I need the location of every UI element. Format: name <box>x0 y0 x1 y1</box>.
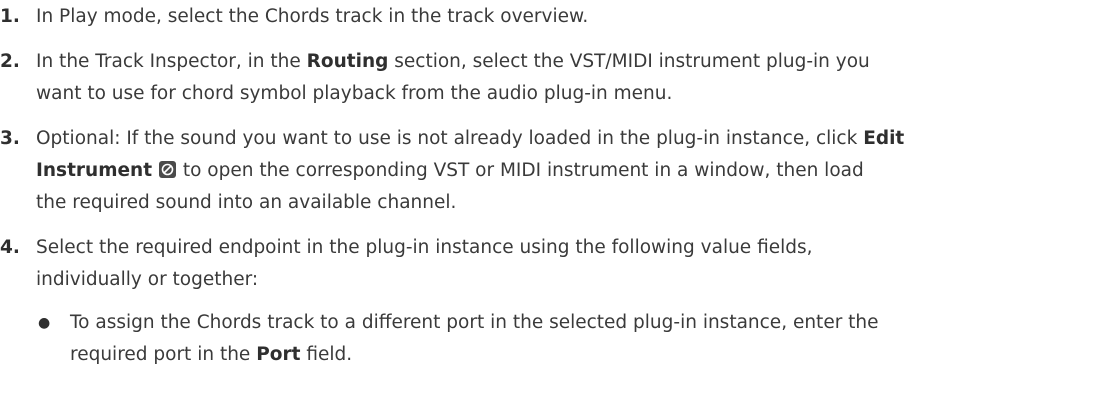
step-text-part: Select the required endpoint in the plug… <box>36 237 813 258</box>
step-text-part: In the Track Inspector, in the <box>36 51 307 72</box>
step-text-part: section, select the VST/MIDI instrument … <box>388 51 870 72</box>
bullet-text-part: field. <box>300 344 353 365</box>
step-text-part: the required sound into an available cha… <box>36 192 457 213</box>
step-2: 2. In the Track Inspector, in the Routin… <box>0 46 1104 110</box>
edit-instrument-icon <box>158 161 176 178</box>
step-text: In Play mode, select the Chords track in… <box>36 6 589 27</box>
step-number: 3. <box>0 128 20 149</box>
bullet-text: To assign the Chords track to a differen… <box>70 307 1104 371</box>
step-number: 1. <box>0 6 20 27</box>
step-1: 1. In Play mode, select the Chords track… <box>0 1 1104 33</box>
routing-label: Routing <box>306 51 389 72</box>
edit-label: Edit <box>863 128 905 149</box>
step-number: 4. <box>0 237 20 258</box>
bullet-text-part: required port in the <box>70 344 257 365</box>
step-number: 2. <box>0 51 20 72</box>
step-text-part: to open the corresponding VST or MIDI in… <box>176 160 864 181</box>
step-text: Optional: If the sound you want to use i… <box>36 123 1104 219</box>
port-label: Port <box>256 344 301 365</box>
step-text-part: want to use for chord symbol playback fr… <box>36 83 673 104</box>
bullet-marker: ● <box>38 315 51 331</box>
step-text: In the Track Inspector, in the Routing s… <box>36 46 1104 110</box>
step-4: 4. Select the required endpoint in the p… <box>0 232 1104 296</box>
step-text-part: individually or together: <box>36 269 259 290</box>
bullet-item: ● To assign the Chords track to a differ… <box>36 307 1104 371</box>
instrument-label: Instrument <box>36 160 153 181</box>
step-3: 3. Optional: If the sound you want to us… <box>0 123 1104 219</box>
bullet-text-part: To assign the Chords track to a differen… <box>70 312 879 333</box>
step-text-part: Optional: If the sound you want to use i… <box>36 128 864 149</box>
step-text: Select the required endpoint in the plug… <box>36 232 1104 296</box>
